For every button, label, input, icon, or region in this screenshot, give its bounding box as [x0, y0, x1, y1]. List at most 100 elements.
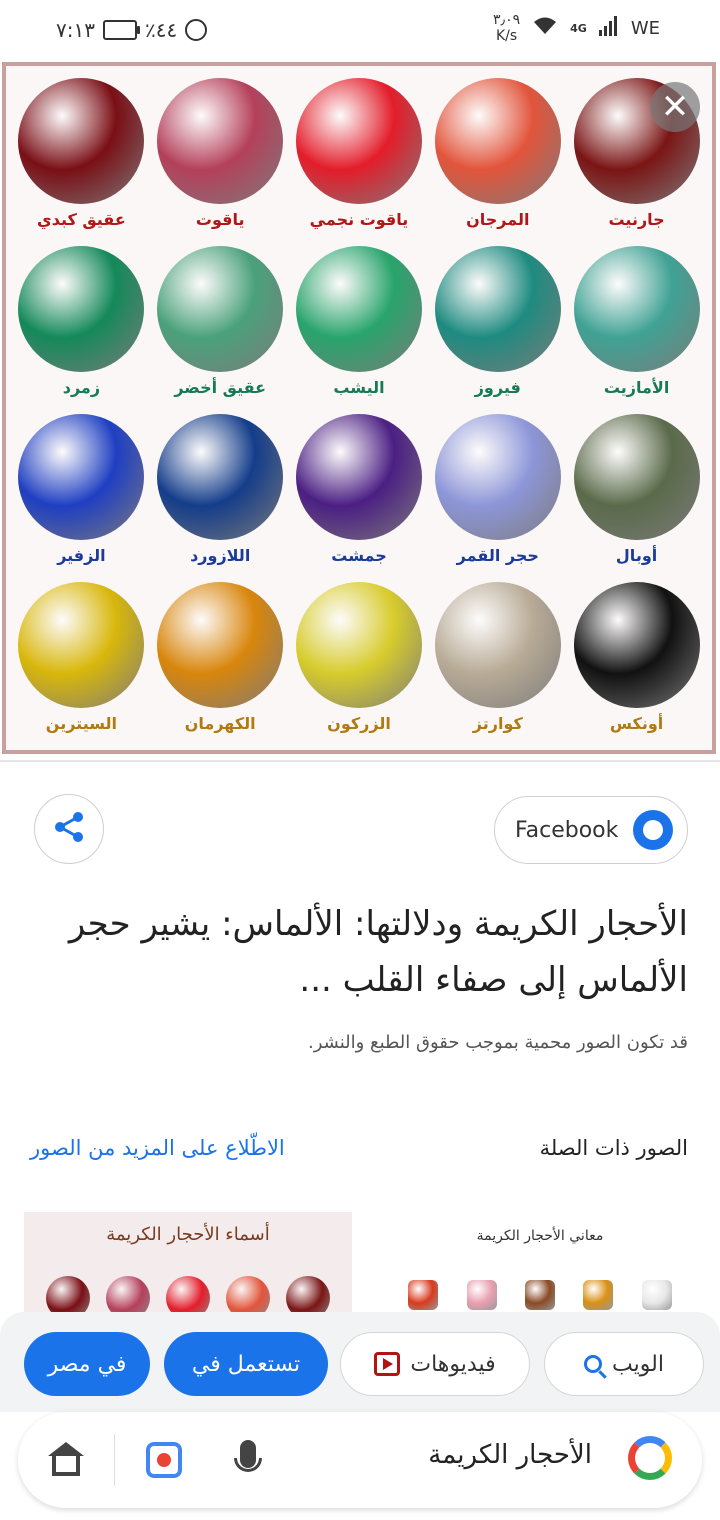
mic-icon[interactable]	[234, 1440, 262, 1472]
search-chips-bar: الويب فيديوهات تستعمل في في مصر	[0, 1312, 720, 1412]
mini-gem	[524, 1280, 555, 1310]
image-preview[interactable]: عقيق كبدي ياقوت ياقوت نجمي المرجان جارنيت زمر…	[0, 60, 720, 760]
video-icon	[374, 1352, 401, 1376]
share-button[interactable]	[34, 794, 104, 864]
search-icon	[584, 1355, 603, 1373]
gem-stone	[573, 582, 700, 708]
gem-stone	[157, 246, 284, 372]
see-more-images-link[interactable]: الاطّلاع على المزيد من الصور	[30, 1136, 285, 1160]
gem-item: الزفير	[12, 408, 151, 576]
gem-item: الأمازيت	[567, 240, 706, 408]
gem-item: حجر القمر	[428, 408, 567, 576]
gem-label: فيروز	[474, 378, 521, 397]
gem-item: كوارتز	[428, 576, 567, 744]
gem-stone	[295, 246, 422, 372]
gem-item: ياقوت	[151, 72, 290, 240]
chip-videos[interactable]: فيديوهات	[340, 1332, 530, 1396]
gem-item: الزركون	[290, 576, 429, 744]
related-images-heading: الصور ذات الصلة	[539, 1136, 688, 1160]
gem-label: أونكس	[609, 714, 664, 733]
gem-stone	[18, 582, 145, 708]
gem-stone	[295, 414, 422, 540]
close-button[interactable]: ✕	[650, 82, 700, 132]
gem-item: الكهرمان	[151, 576, 290, 744]
result-title[interactable]: الأحجار الكريمة ودلالتها: الألماس: يشير …	[28, 896, 688, 1008]
gem-label: كوارتز	[472, 714, 523, 733]
battery-level: ٪٤٤	[144, 18, 178, 42]
gem-label: جمشت	[331, 546, 387, 565]
chip-used-in-label: تستعمل في	[191, 1351, 301, 1377]
signal-icon	[598, 15, 619, 41]
gem-item: جمشت	[290, 408, 429, 576]
gem-stone	[295, 582, 422, 708]
globe-icon	[633, 810, 673, 850]
gem-item: عقيق أخضر	[151, 240, 290, 408]
source-button[interactable]: Facebook	[494, 796, 688, 864]
speed-unit: K/s	[495, 28, 518, 44]
gem-item: زمرد	[12, 240, 151, 408]
network-speed: ٣٫٠٩ K/s	[493, 12, 520, 44]
gem-stone	[573, 414, 700, 540]
related-image-thumb[interactable]: أسماء الأحجار الكريمة	[24, 1212, 352, 1320]
gems-grid: عقيق كبدي ياقوت ياقوت نجمي المرجان جارنيت زمر…	[12, 72, 706, 744]
copyright-notice: قد تكون الصور محمية بموجب حقوق الطبع وال…	[307, 1032, 688, 1053]
gem-label: المرجان	[466, 210, 530, 229]
chip-in-egypt-label: في مصر	[47, 1351, 127, 1377]
gems-image: عقيق كبدي ياقوت ياقوت نجمي المرجان جارنيت زمر…	[2, 62, 716, 754]
gem-stone	[157, 78, 284, 204]
gem-item: اللازورد	[151, 408, 290, 576]
search-query[interactable]: الأحجار الكريمة	[428, 1440, 592, 1470]
search-bar[interactable]: الأحجار الكريمة	[18, 1412, 702, 1508]
chip-in-egypt[interactable]: في مصر	[24, 1332, 150, 1396]
gem-label: جارنيت	[608, 210, 665, 229]
status-right: ٣٫٠٩ K/s 4G WE	[493, 12, 660, 44]
gem-label: اللازورد	[190, 546, 251, 565]
lens-icon[interactable]	[146, 1442, 182, 1478]
mini-gem	[641, 1280, 672, 1310]
thumb-title: معاني الأحجار الكريمة	[476, 1228, 604, 1244]
status-bar: ٧:١٣ ٪٤٤ ٣٫٠٩ K/s 4G WE	[0, 0, 720, 60]
gem-item: عقيق كبدي	[12, 72, 151, 240]
gem-label: اليشب	[333, 378, 385, 397]
gem-item: المرجان	[428, 72, 567, 240]
gem-stone	[295, 78, 422, 204]
battery-icon	[102, 20, 140, 40]
gem-label: أوبال	[615, 546, 658, 565]
gem-label: السيترين	[45, 714, 117, 733]
gem-label: زمرد	[62, 378, 101, 397]
gem-stone	[434, 582, 561, 708]
gem-label: عقيق أخضر	[174, 378, 267, 397]
mini-gem	[583, 1280, 614, 1310]
alarm-icon	[185, 19, 208, 41]
google-logo-icon[interactable]	[628, 1436, 672, 1480]
mini-gem	[408, 1280, 439, 1310]
chip-used-in[interactable]: تستعمل في	[164, 1332, 328, 1396]
gem-label: ياقوت	[195, 210, 245, 229]
gem-label: حجر القمر	[456, 546, 539, 565]
gem-stone	[18, 414, 145, 540]
source-label: Facebook	[515, 817, 619, 843]
mini-gem	[466, 1280, 497, 1310]
gem-item: أوبال	[567, 408, 706, 576]
home-icon[interactable]	[48, 1442, 84, 1476]
gem-label: الأمازيت	[603, 378, 670, 397]
gem-label: الزركون	[327, 714, 391, 733]
gem-stone	[573, 246, 700, 372]
gem-label: الكهرمان	[184, 714, 256, 733]
divider	[0, 760, 720, 762]
chip-videos-label: فيديوهات	[410, 1351, 496, 1377]
gem-item: فيروز	[428, 240, 567, 408]
separator	[114, 1434, 115, 1486]
status-left: ٧:١٣ ٪٤٤	[56, 18, 208, 42]
chip-web[interactable]: الويب	[544, 1332, 704, 1396]
chip-web-label: الويب	[612, 1351, 664, 1377]
gem-item: اليشب	[290, 240, 429, 408]
carrier: WE	[630, 17, 660, 39]
network-type: 4G	[570, 21, 587, 35]
gem-label: الزفير	[57, 546, 106, 565]
share-icon	[52, 810, 86, 848]
gem-stone	[434, 246, 561, 372]
gem-item: ياقوت نجمي	[290, 72, 429, 240]
speed-value: ٣٫٠٩	[493, 12, 521, 28]
related-image-thumb[interactable]: معاني الأحجار الكريمة	[380, 1212, 700, 1320]
